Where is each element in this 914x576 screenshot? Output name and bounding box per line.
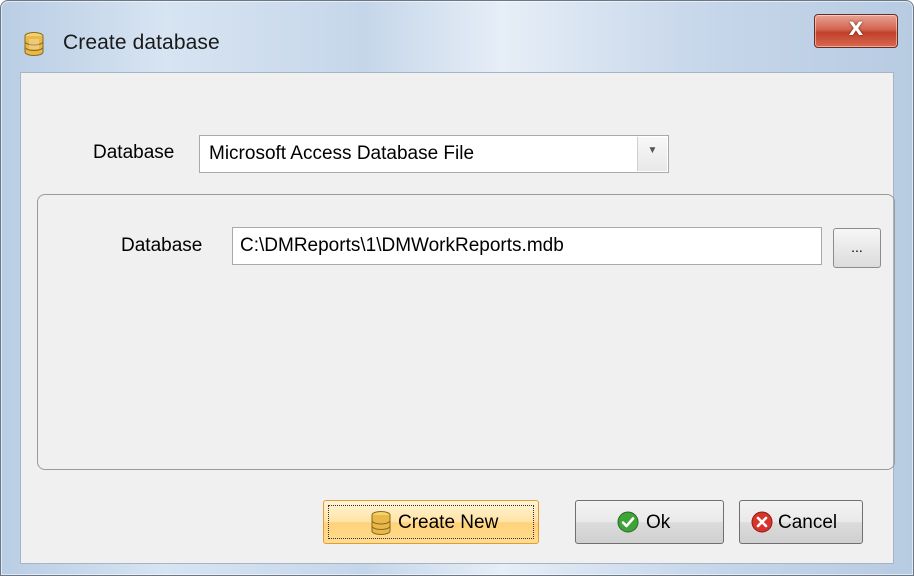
dialog-body: Database Microsoft Access Database File …	[20, 72, 895, 564]
title-bar[interactable]: Create database X	[1, 1, 913, 59]
close-icon: X	[848, 18, 864, 40]
cross-circle-icon	[751, 511, 773, 538]
window-title: Create database	[63, 31, 220, 54]
database-path-label: Database	[121, 235, 203, 256]
database-path-input[interactable]: C:\DMReports\1\DMWorkReports.mdb	[232, 227, 822, 265]
browse-button[interactable]: ...	[833, 228, 881, 268]
dropdown-arrow-button[interactable]: ▼	[637, 137, 667, 171]
create-database-window: Create database X Database Microsoft Acc…	[0, 0, 914, 576]
browse-button-label: ...	[851, 239, 863, 255]
database-type-label: Database	[93, 142, 175, 163]
chevron-down-icon: ▼	[647, 145, 658, 156]
database-type-dropdown[interactable]: Microsoft Access Database File ▼	[199, 135, 669, 173]
cancel-label: Cancel	[778, 512, 838, 533]
create-new-label: Create New	[398, 512, 499, 533]
check-circle-icon	[617, 511, 639, 538]
cancel-button[interactable]: Cancel	[739, 500, 863, 544]
close-button[interactable]: X	[814, 14, 898, 48]
ok-label: Ok	[646, 512, 671, 533]
create-new-button[interactable]: Create New	[323, 500, 539, 544]
database-type-value: Microsoft Access Database File	[209, 143, 475, 164]
ok-button[interactable]: Ok	[575, 500, 724, 544]
database-path-value: C:\DMReports\1\DMWorkReports.mdb	[240, 235, 564, 256]
database-icon	[370, 511, 392, 540]
database-icon	[23, 32, 45, 56]
